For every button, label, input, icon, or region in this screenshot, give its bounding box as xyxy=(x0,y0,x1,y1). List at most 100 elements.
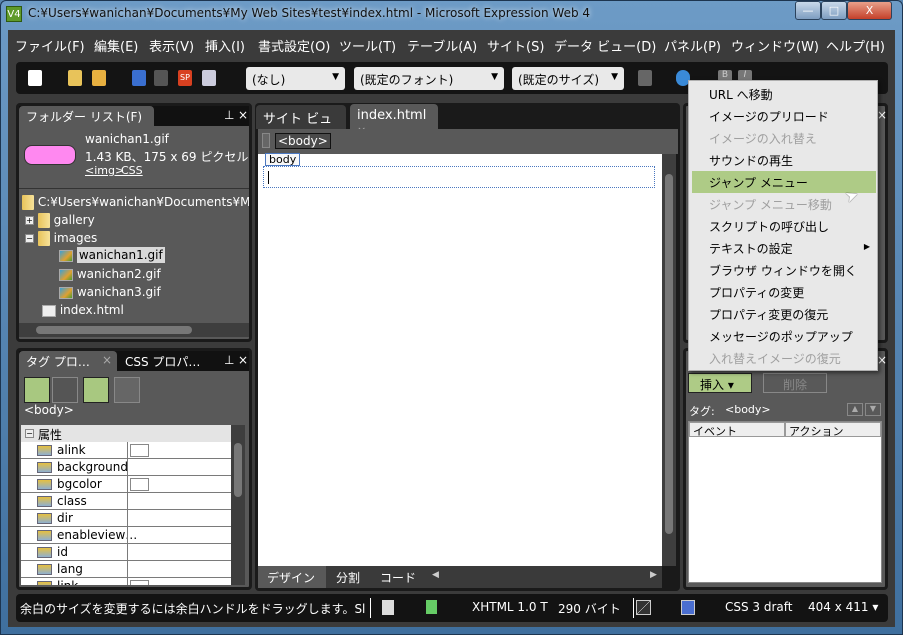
menu-site[interactable]: サイト(S) xyxy=(487,36,544,55)
tab-close-icon[interactable]: × xyxy=(102,353,112,367)
expand-icon[interactable]: + xyxy=(25,216,34,225)
close-icon[interactable]: × xyxy=(238,108,248,122)
menu-item[interactable]: テキストの設定 ▶ xyxy=(692,237,876,259)
show-set-properties-icon[interactable] xyxy=(83,377,109,403)
property-row[interactable]: bgcolor xyxy=(21,476,231,493)
menu-tools[interactable]: ツール(T) xyxy=(339,36,396,55)
undo-icon[interactable] xyxy=(638,70,652,86)
insert-behavior-button[interactable]: 挿入 ▾ xyxy=(688,373,752,393)
quick-tag-body[interactable]: <body> xyxy=(275,133,331,149)
horizontal-scrollbar[interactable] xyxy=(19,323,249,337)
menu-dataview[interactable]: データ ビュー(D) xyxy=(554,36,656,55)
color-swatch[interactable] xyxy=(130,478,149,491)
scroll-right-icon[interactable]: ▶ xyxy=(650,570,657,580)
tree-root[interactable]: C:¥Users¥wanichan¥Documents¥My Web xyxy=(22,195,249,210)
open-folder-icon[interactable] xyxy=(92,70,106,86)
scroll-thumb[interactable] xyxy=(665,174,673,534)
menu-item[interactable]: サウンドの再生 xyxy=(692,149,876,171)
save-all-icon[interactable] xyxy=(154,70,168,86)
save-icon[interactable] xyxy=(132,70,146,86)
formatting-marks-icon[interactable] xyxy=(681,600,695,615)
color-swatch[interactable] xyxy=(130,580,149,585)
tab-code[interactable]: コード xyxy=(380,569,416,586)
font-dropdown[interactable]: (既定のフォント) ▼ xyxy=(354,67,504,90)
property-row[interactable]: enableview… xyxy=(21,527,231,544)
move-up-icon[interactable]: ▲ xyxy=(847,403,863,416)
menu-item[interactable]: プロパティの変更 xyxy=(692,281,876,303)
minimize-button[interactable]: — xyxy=(795,1,821,20)
tree-item-wanichan3[interactable]: wanichan3.gif xyxy=(59,285,161,299)
maximize-button[interactable]: □ xyxy=(821,1,847,20)
menu-help[interactable]: ヘルプ(H) xyxy=(826,36,885,55)
tree-item-images[interactable]: − images xyxy=(25,231,97,246)
property-row[interactable]: link xyxy=(21,578,231,585)
page-dimensions[interactable]: 404 x 411 ▾ xyxy=(808,600,878,614)
collapse-icon[interactable]: − xyxy=(25,234,34,243)
menu-item[interactable]: ブラウザ ウィンドウを開く xyxy=(692,259,876,281)
menu-item[interactable]: URL へ移動 xyxy=(692,83,876,105)
menu-file[interactable]: ファイル(F) xyxy=(15,36,85,55)
new-page-icon[interactable] xyxy=(28,70,42,86)
preview-icon[interactable] xyxy=(202,70,216,86)
doctype-label[interactable]: XHTML 1.0 T xyxy=(472,600,548,614)
categorized-view-icon[interactable] xyxy=(24,377,50,403)
menu-insert[interactable]: 挿入(I) xyxy=(205,36,245,55)
sort-az-icon[interactable] xyxy=(52,377,78,403)
tag-properties-icon[interactable] xyxy=(114,377,140,403)
editor-vertical-scrollbar[interactable] xyxy=(662,154,676,566)
close-icon[interactable]: × xyxy=(877,108,887,122)
menu-edit[interactable]: 編集(E) xyxy=(94,36,138,55)
css-schema[interactable]: CSS 3 draft xyxy=(725,600,793,614)
delete-behavior-button[interactable]: 削除 xyxy=(763,373,827,393)
menu-panels[interactable]: パネル(P) xyxy=(664,36,721,55)
visual-aids-icon[interactable] xyxy=(636,600,651,615)
menu-item[interactable]: イメージのプリロード xyxy=(692,105,876,127)
menu-item[interactable]: スクリプトの呼び出し xyxy=(692,215,876,237)
menu-view[interactable]: 表示(V) xyxy=(149,36,194,55)
tree-item-gallery[interactable]: + gallery xyxy=(25,213,95,228)
scroll-left-icon[interactable] xyxy=(262,133,270,148)
property-row[interactable]: dir xyxy=(21,510,231,527)
property-row[interactable]: alink xyxy=(21,442,231,459)
tab-index-html[interactable]: index.html × xyxy=(350,104,438,137)
sharepoint-icon[interactable]: SP xyxy=(178,70,192,86)
color-swatch[interactable] xyxy=(130,444,149,457)
img-tag-link[interactable]: <img> xyxy=(85,164,124,177)
collapse-icon[interactable]: − xyxy=(25,429,34,438)
vertical-scrollbar[interactable] xyxy=(231,425,245,585)
new-document-icon[interactable] xyxy=(68,70,82,86)
body-region[interactable] xyxy=(263,166,655,188)
size-dropdown[interactable]: (既定のサイズ) ▼ xyxy=(512,67,624,90)
tree-item-wanichan1[interactable]: wanichan1.gif xyxy=(59,247,165,263)
property-row[interactable]: class xyxy=(21,493,231,510)
scroll-thumb[interactable] xyxy=(36,326,192,334)
menu-format[interactable]: 書式設定(O) xyxy=(258,36,330,55)
close-button[interactable]: X xyxy=(847,1,892,20)
pin-icon[interactable]: ⊥ xyxy=(224,353,234,367)
close-icon[interactable]: × xyxy=(877,353,887,367)
property-row[interactable]: background xyxy=(21,459,231,476)
body-tag-label[interactable]: body xyxy=(265,153,301,166)
accessibility-icon[interactable] xyxy=(426,600,437,614)
menu-item[interactable]: メッセージのポップアップ xyxy=(692,325,876,347)
tree-item-wanichan2[interactable]: wanichan2.gif xyxy=(59,267,161,281)
scroll-left-icon[interactable]: ◀ xyxy=(432,570,439,580)
property-row[interactable]: id xyxy=(21,544,231,561)
design-canvas[interactable] xyxy=(258,154,662,566)
move-down-icon[interactable]: ▼ xyxy=(865,403,881,416)
compatibility-icon[interactable] xyxy=(382,600,394,615)
menu-window[interactable]: ウィンドウ(W) xyxy=(731,36,819,55)
menu-table[interactable]: テーブル(A) xyxy=(407,36,477,55)
group-header[interactable]: − 属性 xyxy=(21,425,231,442)
scroll-thumb[interactable] xyxy=(234,443,242,497)
tree-item-index[interactable]: index.html xyxy=(42,303,124,317)
column-action[interactable]: アクション xyxy=(785,422,881,438)
style-dropdown[interactable]: (なし) ▼ xyxy=(246,67,345,90)
css-link[interactable]: CSS xyxy=(121,164,143,177)
tab-site-view[interactable]: サイト ビュー xyxy=(256,105,346,146)
menu-item[interactable]: プロパティ変更の復元 xyxy=(692,303,876,325)
pin-icon[interactable]: ⊥ xyxy=(224,108,234,122)
behaviors-list[interactable]: イベント アクション xyxy=(688,421,882,583)
tab-split[interactable]: 分割 xyxy=(336,569,360,586)
close-icon[interactable]: × xyxy=(238,353,248,367)
